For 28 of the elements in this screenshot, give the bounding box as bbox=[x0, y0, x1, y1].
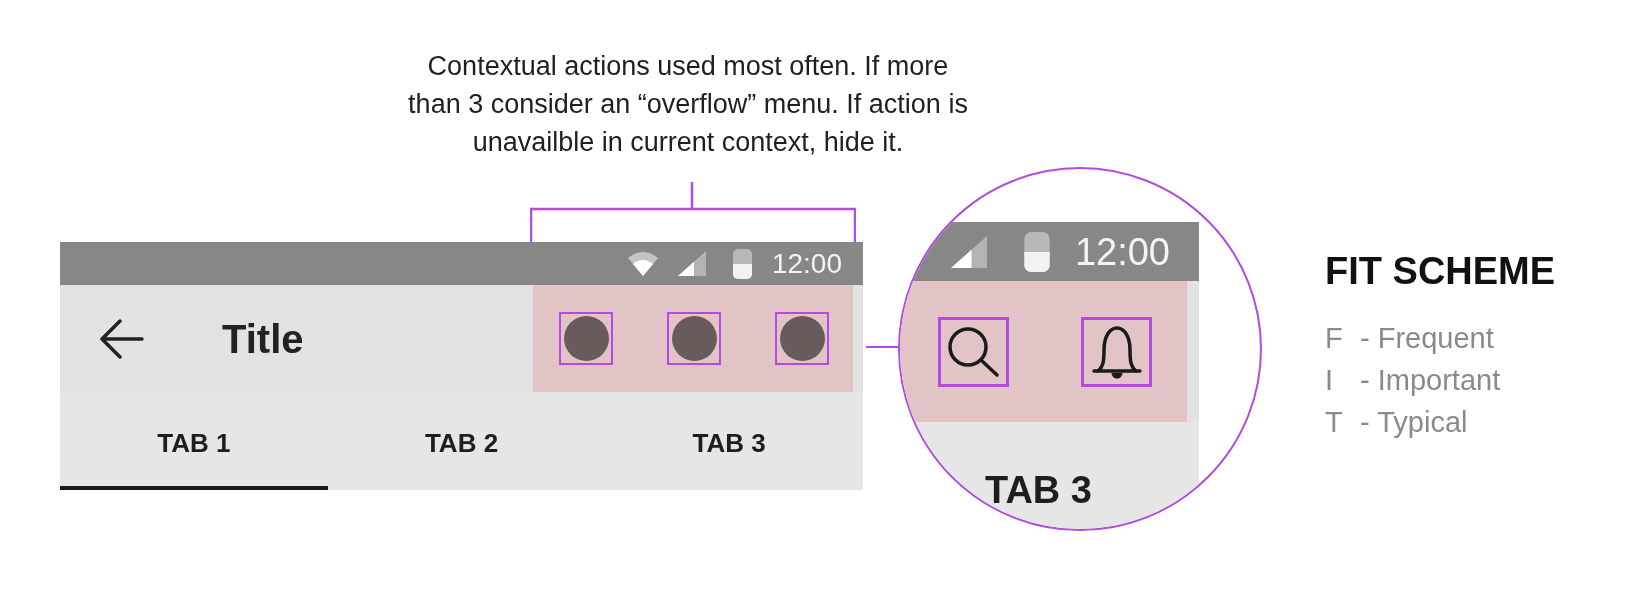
wifi-icon bbox=[627, 251, 658, 276]
legend-text: - Frequent bbox=[1360, 321, 1494, 356]
battery-icon bbox=[1023, 231, 1050, 272]
dot-icon bbox=[671, 316, 717, 361]
annotation-text: Contextual actions used most often. If more than 3 consider an “overflow” menu. If action is unavailble in current context, hide it. bbox=[407, 50, 969, 159]
legend-key: F bbox=[1325, 317, 1360, 359]
tab[interactable]: TAB 3 bbox=[595, 392, 863, 490]
bell-icon bbox=[1089, 324, 1144, 380]
app-bar-title: Title bbox=[222, 315, 304, 362]
tab[interactable]: TAB 1 bbox=[60, 392, 328, 490]
action-button[interactable] bbox=[1081, 317, 1152, 387]
signal-icon bbox=[677, 251, 706, 276]
dot-icon bbox=[563, 316, 609, 361]
battery-icon bbox=[732, 248, 752, 279]
legend-text: - Important bbox=[1360, 363, 1501, 398]
tab[interactable]: TAB 3 bbox=[985, 468, 1092, 512]
tab[interactable]: TAB 2 bbox=[327, 392, 596, 490]
back-arrow-icon[interactable] bbox=[99, 318, 144, 359]
status-time: 12:00 bbox=[1074, 230, 1170, 273]
legend-text: - Typical bbox=[1360, 405, 1468, 440]
status-time: 12:00 bbox=[771, 248, 842, 279]
legend-key: I bbox=[1325, 359, 1360, 401]
legend-title: FIT SCHEME bbox=[1325, 249, 1556, 293]
signal-icon bbox=[950, 234, 987, 269]
dot-icon bbox=[779, 316, 825, 361]
legend-key: T bbox=[1325, 401, 1360, 443]
search-icon bbox=[947, 326, 1000, 378]
action-button[interactable] bbox=[938, 317, 1009, 387]
